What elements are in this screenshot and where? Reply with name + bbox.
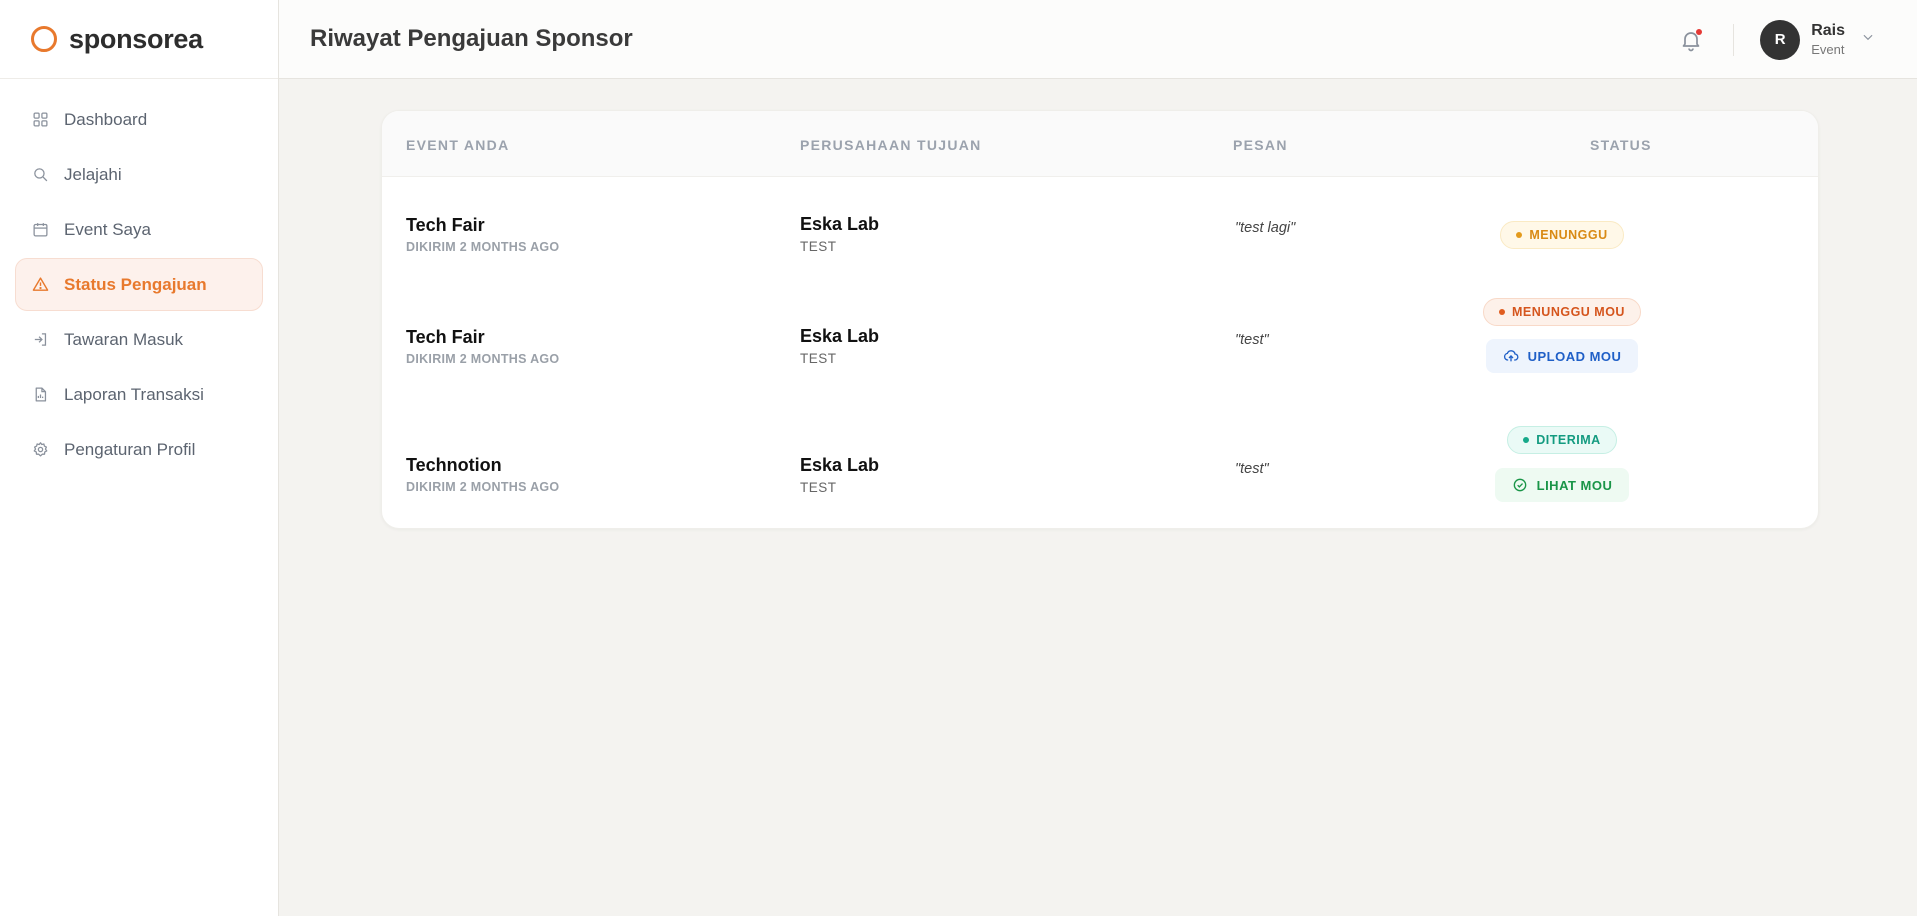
event-cell: Tech Fair DIKIRIM 2 MONTHS AGO [406,327,559,366]
gear-icon [33,442,48,457]
sidebar-item-status-pengajuan[interactable]: Status Pengajuan [15,258,263,311]
status-cell: MENUNGGU [1412,221,1712,249]
status-cell: DITERIMA LIHAT MOU [1412,426,1712,502]
page-title: Riwayat Pengajuan Sponsor [310,25,633,52]
status-label: MENUNGGU MOU [1512,305,1625,319]
view-mou-button[interactable]: LIHAT MOU [1494,468,1630,502]
status-badge: DITERIMA [1507,426,1617,454]
message-cell: "test" [1235,332,1269,348]
sidebar-item-label: Laporan Transaksi [64,384,204,404]
header-actions: R Rais Event [1679,0,1875,79]
company-cell: Eska Lab TEST [800,214,879,254]
grid-icon [33,112,48,127]
notification-button[interactable] [1679,28,1703,52]
sent-time: DIKIRIM 2 MONTHS AGO [406,480,560,494]
message-cell: "test lagi" [1235,220,1296,236]
status-badge: MENUNGGU [1500,221,1624,249]
event-name: Tech Fair [406,215,485,235]
sidebar-item-jelajahi[interactable]: Jelajahi [15,148,263,201]
message-cell: "test" [1235,461,1269,477]
status-badge: MENUNGGU MOU [1483,298,1641,326]
table-row: Technotion DIKIRIM 2 MONTHS AGO Eska Lab… [382,401,1818,528]
user-info[interactable]: Rais Event [1811,21,1845,59]
event-name: Tech Fair [406,327,485,347]
sidebar-item-label: Event Saya [64,219,151,239]
sidebar-item-label: Pengaturan Profil [64,439,196,459]
submission-table: EVENT ANDA PERUSAHAAN TUJUAN PESAN STATU… [381,110,1819,529]
status-dot [1499,309,1506,315]
login-icon [34,333,47,346]
status-dot [1516,232,1523,238]
company-name: Eska Lab [800,214,880,234]
status-label: DITERIMA [1536,433,1601,447]
view-mou-label: LIHAT MOU [1536,477,1613,493]
table-header: EVENT ANDA PERUSAHAAN TUJUAN PESAN STATU… [382,111,1818,177]
check-circle-icon [1513,478,1526,492]
status-label: MENUNGGU [1529,228,1608,242]
event-name: Technotion [406,455,502,475]
avatar[interactable]: R [1760,19,1801,60]
upload-mou-button[interactable]: UPLOAD MOU [1485,339,1639,373]
company-name: Eska Lab [800,326,880,346]
sidebar-item-pengaturan-profil[interactable]: Pengaturan Profil [15,423,263,476]
sent-time: DIKIRIM 2 MONTHS AGO [406,352,560,366]
sidebar: sponsorea Dashboard Jelajahi Event Saya [0,0,279,916]
company-cell: Eska Lab TEST [800,455,879,495]
chevron-down-icon [1863,34,1873,41]
company-subtitle: TEST [800,239,837,254]
logo-ring-icon [31,26,57,52]
company-subtitle: TEST [800,351,837,366]
column-header-event: EVENT ANDA [406,137,510,153]
top-header: Riwayat Pengajuan Sponsor R Rais Event [279,0,1917,79]
sidebar-item-event-saya[interactable]: Event Saya [15,203,263,256]
sent-time: DIKIRIM 2 MONTHS AGO [406,240,560,254]
cloud-upload-icon [1503,350,1519,362]
table-row: Tech Fair DIKIRIM 2 MONTHS AGO Eska Lab … [382,289,1818,401]
sidebar-item-tawaran-masuk[interactable]: Tawaran Masuk [15,313,263,366]
user-menu-toggle[interactable] [1861,30,1875,49]
sidebar-item-laporan-transaksi[interactable]: Laporan Transaksi [15,368,263,421]
sidebar-item-label: Tawaran Masuk [64,329,184,349]
status-dot [1523,437,1530,443]
notification-dot [1696,28,1703,35]
brand-name: sponsorea [69,23,203,54]
company-subtitle: TEST [800,480,837,495]
search-icon [34,168,48,182]
column-header-message: PESAN [1233,137,1288,153]
event-cell: Tech Fair DIKIRIM 2 MONTHS AGO [406,215,559,254]
event-cell: Technotion DIKIRIM 2 MONTHS AGO [406,455,559,494]
column-header-status: STATUS [1590,137,1652,153]
sidebar-item-label: Dashboard [64,109,148,129]
warning-triangle-icon [32,277,49,291]
status-cell: MENUNGGU MOU UPLOAD MOU [1412,298,1712,373]
sidebar-nav: Dashboard Jelajahi Event Saya Status Pen… [0,79,278,476]
upload-mou-label: UPLOAD MOU [1527,348,1622,364]
header-divider [1733,23,1735,56]
document-chart-icon [35,387,47,402]
brand[interactable]: sponsorea [0,0,278,79]
user-role: Event [1811,41,1845,57]
sidebar-item-dashboard[interactable]: Dashboard [15,93,263,146]
sidebar-item-label: Jelajahi [64,164,122,184]
company-name: Eska Lab [800,455,880,475]
table-row: Tech Fair DIKIRIM 2 MONTHS AGO Eska Lab … [382,177,1818,289]
column-header-company: PERUSAHAAN TUJUAN [800,137,982,153]
company-cell: Eska Lab TEST [800,326,879,366]
calendar-icon [33,223,48,237]
user-name: Rais [1811,21,1845,39]
sidebar-item-label: Status Pengajuan [64,274,207,294]
